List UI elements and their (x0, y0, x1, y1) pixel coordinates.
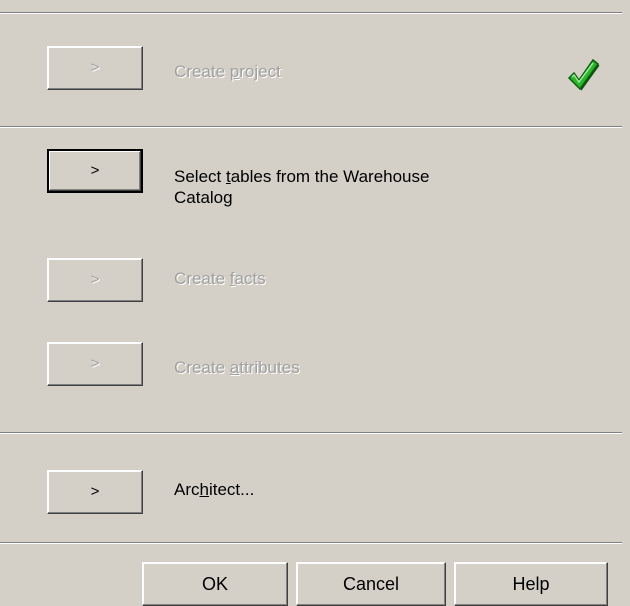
create-facts-button[interactable]: > (47, 258, 143, 302)
divider-2 (0, 432, 622, 434)
help-button[interactable]: Help (454, 562, 608, 606)
create-attributes-label: Create attributes (174, 358, 300, 377)
top-divider (0, 12, 622, 14)
create-facts-label: Create facts (174, 269, 266, 288)
ok-button[interactable]: OK (142, 562, 288, 606)
architect-button[interactable]: > (47, 470, 143, 514)
cancel-button[interactable]: Cancel (296, 562, 446, 606)
architect-label: Architect... (174, 480, 255, 499)
footer-divider (0, 542, 622, 544)
create-attributes-button[interactable]: > (47, 342, 143, 386)
create-project-label: Create project (174, 62, 281, 81)
green-checkmark-icon (566, 56, 600, 94)
create-project-button[interactable]: > (47, 46, 143, 90)
select-tables-label: Select tables from the Warehouse Catalog (174, 167, 430, 207)
divider-1 (0, 126, 622, 128)
select-tables-button[interactable]: > (47, 149, 143, 193)
